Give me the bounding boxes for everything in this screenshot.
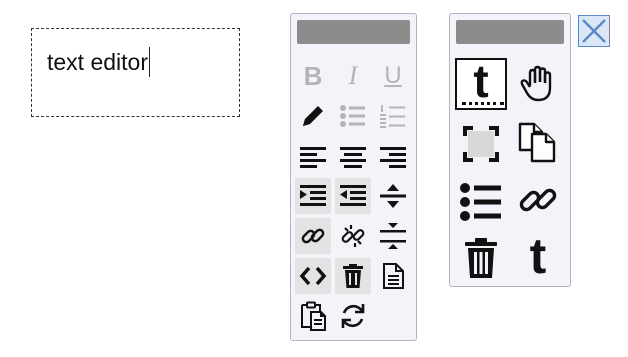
trash-icon: [343, 264, 363, 288]
code-icon: [299, 266, 327, 286]
expand-spacing-button[interactable]: [375, 178, 411, 214]
collapse-spacing-button[interactable]: [375, 218, 411, 254]
copy-icon: [518, 122, 556, 163]
text-block-button[interactable]: t: [514, 230, 562, 282]
text-tool-button[interactable]: t: [455, 58, 507, 110]
numbered-list-button[interactable]: [375, 98, 411, 134]
close-button[interactable]: [578, 15, 610, 47]
editor-text[interactable]: text editor: [47, 47, 150, 77]
outdent-icon: [340, 185, 366, 206]
bullet-list-icon: [340, 105, 365, 127]
select-frame-button[interactable]: [455, 118, 507, 170]
text-caret: [149, 47, 150, 77]
italic-button[interactable]: I: [335, 58, 371, 94]
close-icon: [582, 19, 606, 43]
duplicate-button[interactable]: [514, 118, 562, 166]
link-icon: [519, 188, 557, 212]
trash-icon: [465, 238, 497, 278]
paste-button[interactable]: [295, 298, 331, 334]
bold-icon: B: [303, 60, 323, 91]
link-icon: [301, 228, 325, 244]
align-left-icon: [300, 147, 326, 168]
underline-icon: U: [384, 62, 402, 89]
underline-button[interactable]: U: [375, 58, 411, 94]
pencil-button[interactable]: [295, 98, 331, 134]
align-center-icon: [340, 147, 366, 168]
pencil-icon: [303, 106, 323, 126]
toolbar-drag-handle[interactable]: [456, 20, 564, 44]
collapse-spacing-icon: [380, 223, 406, 249]
unlink-button[interactable]: [335, 218, 371, 254]
code-button[interactable]: [295, 258, 331, 294]
delete-button[interactable]: [455, 232, 507, 284]
numbered-list-icon: [380, 105, 405, 128]
document-button[interactable]: [375, 258, 411, 294]
toolbar-drag-handle[interactable]: [297, 20, 410, 44]
delete-button[interactable]: [335, 258, 371, 294]
frame-icon: [463, 126, 499, 162]
italic-icon: I: [348, 61, 358, 90]
list-button[interactable]: [455, 176, 507, 228]
refresh-button[interactable]: [335, 298, 371, 334]
link-button[interactable]: [514, 176, 562, 224]
hand-icon: [520, 65, 552, 102]
pan-tool-button[interactable]: [514, 60, 562, 108]
align-center-button[interactable]: [335, 138, 371, 174]
bold-button[interactable]: B: [295, 58, 331, 94]
align-left-button[interactable]: [295, 138, 331, 174]
paste-icon: [301, 301, 326, 331]
indent-icon: [300, 185, 326, 206]
document-icon: [383, 263, 404, 289]
text-tool-icon: t: [473, 55, 489, 107]
tools-toolbar: t t: [449, 13, 571, 287]
expand-spacing-icon: [380, 184, 406, 208]
text-editor-box[interactable]: text editor: [31, 28, 240, 117]
text-icon: t: [529, 228, 547, 284]
indent-button[interactable]: [295, 178, 331, 214]
refresh-icon: [341, 304, 365, 328]
bullet-list-button[interactable]: [335, 98, 371, 134]
link-button[interactable]: [295, 218, 331, 254]
align-right-button[interactable]: [375, 138, 411, 174]
text-tool-dots: [462, 102, 504, 105]
list-icon: [460, 183, 501, 221]
formatting-toolbar: B I U: [290, 13, 417, 341]
align-right-icon: [380, 147, 406, 168]
unlink-icon: [341, 225, 365, 247]
outdent-button[interactable]: [335, 178, 371, 214]
